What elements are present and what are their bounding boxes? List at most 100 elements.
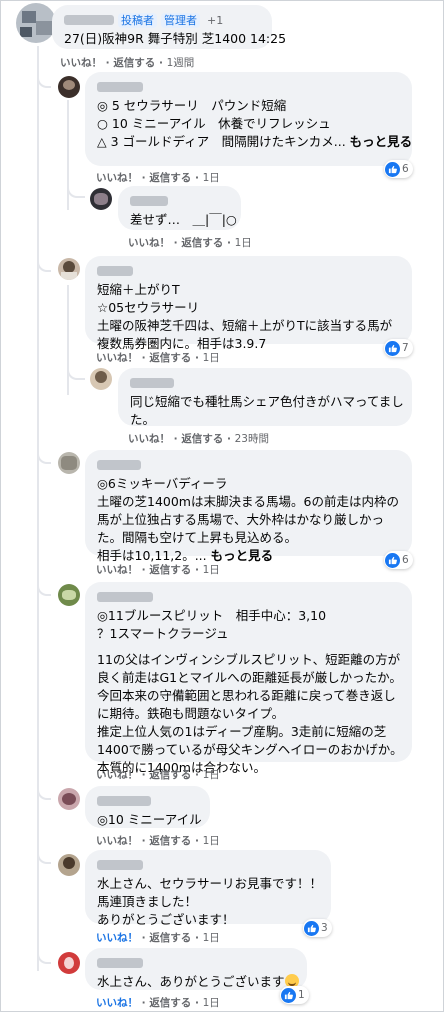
comment-line-text: △ 3 ゴールドディア 間隔開けたキンカメ... [97,134,346,149]
timestamp[interactable]: 1日 [203,564,220,576]
timestamp[interactable]: 1日 [235,237,252,249]
reaction-number: 7 [402,342,409,354]
comment-line: 土曜の芝1400mは末脚決まる馬場。6の前走は内枠の [97,494,399,509]
thumbs-up-icon [385,340,400,356]
thumbs-up-icon [385,552,400,568]
avatar[interactable] [58,258,80,280]
comment-line: 推定上位人気の1はディープ産駒。3走前に短縮の芝 [97,724,387,739]
comment-line: ◎6ミッキーバディーラ [97,476,228,491]
like-link[interactable]: いいね！ [96,932,138,944]
reply-branch [67,180,85,198]
author-name[interactable] [130,196,168,206]
avatar[interactable] [16,3,56,43]
timestamp[interactable]: 1日 [203,769,220,781]
comment-text: 差せず… ＿|￣|○ [130,212,237,227]
thumbs-up-icon [385,161,400,177]
timestamp[interactable]: 1週間 [167,57,195,69]
reply-link[interactable]: 返信する [181,237,223,249]
more-badges[interactable]: +1 [204,13,226,28]
timestamp[interactable]: 1日 [203,997,220,1009]
reply-connector [67,285,69,395]
author-name[interactable] [130,378,174,388]
reply-branch [67,362,85,380]
author-name[interactable] [97,796,151,806]
comment-text-line: 水上さん、ありがとうございます [97,973,299,991]
timestamp[interactable]: 23時間 [235,433,269,445]
avatar[interactable] [58,76,80,98]
like-link[interactable]: いいね！ [128,433,170,445]
admin-badge: 管理者 [161,12,200,28]
like-link[interactable]: いいね！ [96,172,138,184]
comment-line: ◎ 5 セウラサーリ パウンド短縮 [97,98,287,113]
avatar[interactable] [58,788,80,810]
reaction-number: 3 [321,922,328,934]
author-name[interactable] [97,592,153,602]
reaction-count[interactable]: 7 [384,339,413,357]
avatar[interactable] [58,854,80,876]
comment-bubble: 同じ短縮でも種牡馬シェア色付きがハマってまし た。 [118,368,412,427]
thread-connector [37,46,39,971]
reply-link[interactable]: 返信する [181,433,223,445]
comment-line: ○ 10 ミニーアイル 休養でリフレッシュ [97,116,331,131]
comment-bubble: ◎6ミッキーバディーラ 土曜の芝1400mは末脚決まる馬場。6の前走は内枠の 馬… [85,450,412,563]
author-name[interactable] [97,460,141,470]
comment-line: 馬が上位独占する馬場で、大外枠はかなり厳しかっ [97,512,385,527]
timestamp[interactable]: 1日 [203,932,220,944]
author-name[interactable] [97,958,143,968]
comment-bubble: 短縮＋上がりT ☆05セウラサーリ 土曜の阪神芝千四は、短縮＋上がりTに該当する… [85,256,412,351]
comment-bubble: 投稿者 管理者 +1 27(日)阪神9R 舞子特別 芝1400 14:25 [52,5,286,49]
reaction-count[interactable]: 6 [384,160,413,178]
avatar[interactable] [58,584,80,606]
comment-bubble: 差せず… ＿|￣|○ [118,186,241,230]
reply-link[interactable]: 返信する [149,172,191,184]
timestamp[interactable]: 1日 [203,172,220,184]
comment-text: ◎10 ミニーアイル [97,812,202,827]
like-link[interactable]: いいね！ [96,352,138,364]
comment-text: 水上さん、ありがとうございます [97,974,285,989]
avatar[interactable] [58,952,80,974]
comment-line: 馬連頂きました！ [97,894,198,909]
reply-link[interactable]: 返信する [149,835,191,847]
reply-link[interactable]: 返信する [149,564,191,576]
reply-link[interactable]: 返信する [149,352,191,364]
reply-link[interactable]: 返信する [149,997,191,1009]
author-name[interactable] [97,860,143,870]
comment-line: ◎11ブルースピリット 相手中心：3,10 [97,608,327,623]
avatar[interactable] [58,452,80,474]
timestamp[interactable]: 1日 [203,352,220,364]
comment-line: 水上さん、セウラサーリお見事です！！ [97,876,323,891]
avatar[interactable] [90,368,112,390]
like-link[interactable]: いいね！ [128,237,170,249]
comment-line: 今回本来の守備範囲と思われる距離に戻って巻き返し [97,688,396,703]
thumbs-up-icon [304,920,319,936]
like-link[interactable]: いいね！ [96,835,138,847]
reaction-count[interactable]: 1 [280,986,309,1004]
comment-bubble: 水上さん、セウラサーリお見事です！！ 馬連頂きました！ ありがとうございます！ [85,850,331,927]
author-name[interactable] [64,15,114,25]
like-link[interactable]: いいね！ [96,769,138,781]
comment-line: ？1スマートクラージュ [97,626,229,641]
comment-bubble: 水上さん、ありがとうございます [85,948,307,990]
avatar[interactable] [90,188,112,210]
author-badge: 投稿者 [118,12,157,28]
comment-line: ☆05セウラサーリ [97,300,200,315]
comment-line: △ 3 ゴールドディア 間隔開けたキンカメ... もっと見る [97,133,412,151]
like-link[interactable]: いいね！ [96,997,138,1009]
reply-link[interactable]: 返信する [149,769,191,781]
author-name[interactable] [97,82,143,92]
comment-line: 良く前走はG1とマイルへの距離延長が厳しかったか。 [97,670,402,685]
reaction-number: 1 [298,989,305,1001]
reaction-count[interactable]: 6 [384,551,413,569]
reply-link[interactable]: 返信する [149,932,191,944]
comment-bubble: ◎11ブルースピリット 相手中心：3,10 ？1スマートクラージュ 11の父はイ… [85,582,412,775]
author-name[interactable] [97,266,133,276]
thumbs-up-icon [281,987,296,1003]
see-more-link[interactable]: もっと見る [211,548,274,563]
reply-link[interactable]: 返信する [113,57,155,69]
see-more-link[interactable]: もっと見る [350,134,413,149]
like-link[interactable]: いいね！ [60,57,102,69]
timestamp[interactable]: 1日 [203,835,220,847]
like-link[interactable]: いいね！ [96,564,138,576]
reaction-count[interactable]: 3 [303,919,332,937]
comment-line-text: 相手は10,11,2。... [97,548,207,563]
